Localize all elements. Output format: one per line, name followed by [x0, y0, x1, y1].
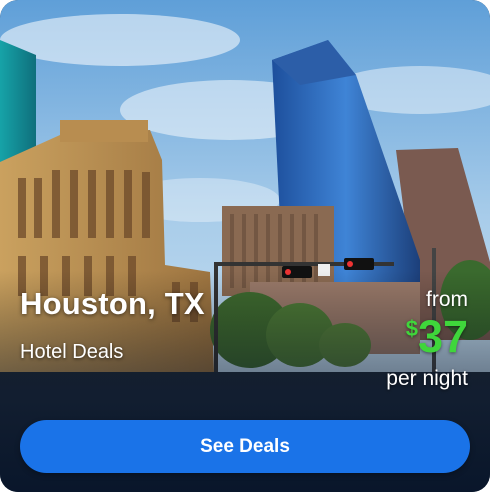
price-amount: 37: [417, 311, 468, 362]
city-title: Houston, TX: [20, 286, 205, 321]
hotel-deals-subtitle: Hotel Deals: [20, 341, 124, 363]
hotel-deal-card[interactable]: Houston, TX Hotel Deals from $37 per nig…: [0, 0, 490, 492]
price: $37: [406, 314, 468, 359]
from-label: from: [426, 288, 468, 311]
per-night-label: per night: [386, 367, 468, 390]
currency-symbol: $: [405, 316, 418, 341]
city-skyline-photo: [0, 0, 490, 492]
see-deals-button[interactable]: See Deals: [20, 420, 470, 473]
